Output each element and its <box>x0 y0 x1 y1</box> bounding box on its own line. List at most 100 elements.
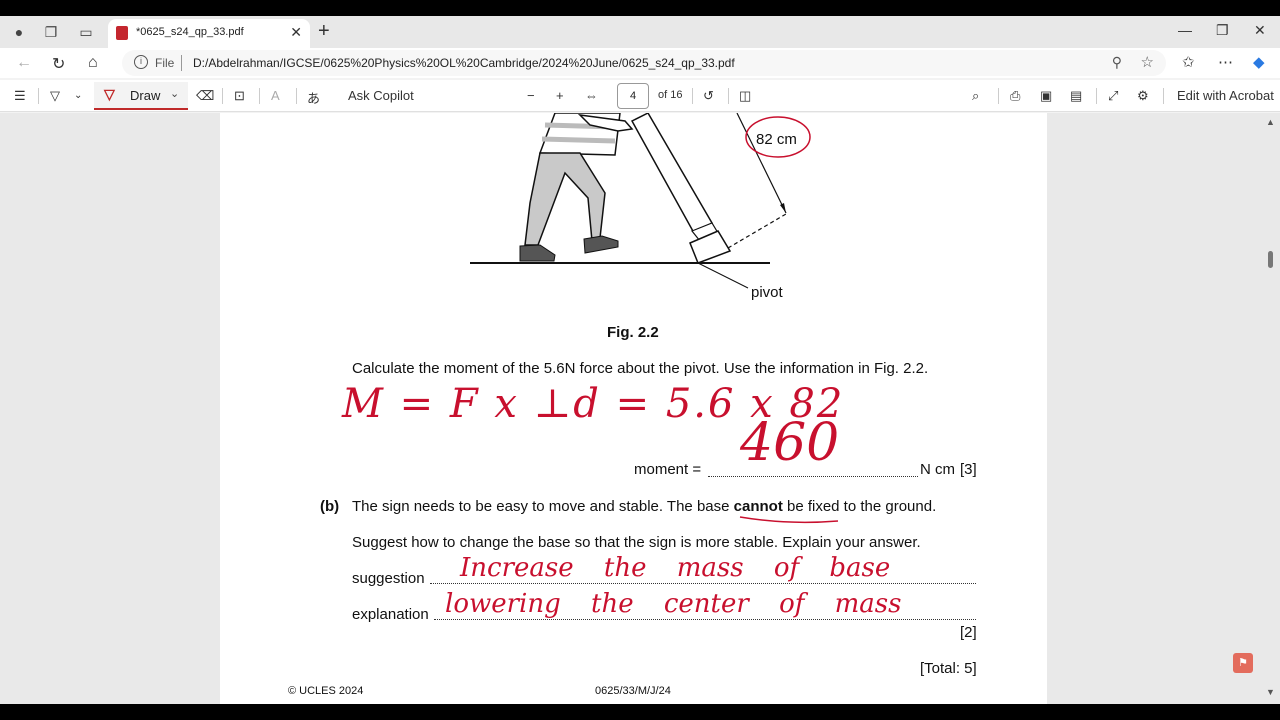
eraser-icon[interactable]: ⌫ <box>196 88 214 104</box>
zoom-icon[interactable]: ⚲ <box>1112 54 1122 71</box>
chevron-down-icon[interactable]: ⌄ <box>170 87 179 100</box>
figure-caption: Fig. 2.2 <box>607 324 659 341</box>
info-icon[interactable]: i <box>134 55 148 69</box>
more-menu-icon[interactable]: ⋯ <box>1218 53 1233 71</box>
home-icon[interactable]: ⌂ <box>88 54 98 72</box>
fit-width-icon[interactable]: ⇔ <box>585 88 598 103</box>
footer-copyright: © UCLES 2024 <box>288 685 364 697</box>
browser-window: ● ❐ ▭ *0625_s24_qp_33.pdf ✕ + — ❐ ✕ ← ↻ … <box>0 16 1280 704</box>
handwritten-explanation: lowering the center of mass <box>445 589 902 619</box>
scroll-down-arrow-icon[interactable]: ▼ <box>1266 687 1275 697</box>
refresh-icon[interactable]: ↻ <box>52 54 65 74</box>
distance-label: 82 cm <box>756 131 797 148</box>
profile-icon[interactable]: ● <box>10 24 28 40</box>
scroll-up-arrow-icon[interactable]: ▲ <box>1266 117 1275 127</box>
back-icon[interactable]: ← <box>16 54 32 72</box>
person-legs <box>524 152 606 246</box>
close-tab-icon[interactable]: ✕ <box>290 24 302 41</box>
separator <box>1163 88 1164 104</box>
marks-a: [3] <box>960 461 977 478</box>
page-total: of 16 <box>658 89 683 101</box>
vertical-scrollbar[interactable]: ▲ ▼ <box>1264 113 1278 704</box>
handwritten-suggestion: Increase the mass of base <box>460 553 891 583</box>
search-icon[interactable]: ⌕ <box>972 88 979 104</box>
draw-button[interactable]: ▽ Draw ⌄ <box>94 82 188 110</box>
underline-annotation <box>739 516 839 524</box>
tab-strip: ● ❐ ▭ *0625_s24_qp_33.pdf ✕ + — ❐ ✕ <box>0 16 1280 48</box>
settings-gear-icon[interactable]: ⚙ <box>1137 88 1149 104</box>
pdf-page: 82 cm pivot Fig. 2.2 Calculate the momen… <box>220 113 1047 704</box>
add-text-icon[interactable]: ⊡ <box>234 88 245 104</box>
explanation-label: explanation <box>352 606 429 623</box>
draw-label: Draw <box>130 88 161 103</box>
read-aloud-icon[interactable]: A <box>271 88 280 103</box>
pdf-icon <box>116 26 128 40</box>
dimension-line <box>736 113 787 214</box>
explanation-line <box>434 619 976 620</box>
separator <box>1096 88 1097 104</box>
save-as-icon[interactable]: ▤ <box>1070 88 1082 104</box>
separator <box>259 88 260 104</box>
minimize-button[interactable]: — <box>1178 22 1192 38</box>
moment-label: moment = <box>634 461 702 478</box>
suggestion-line <box>430 583 976 584</box>
separator <box>181 55 182 71</box>
address-bar: ← ↻ ⌂ i File D:/Abdelrahman/IGCSE/0625%2… <box>0 48 1280 78</box>
separator <box>38 88 39 104</box>
pen-icon: ▽ <box>104 86 115 102</box>
person-shoe-right <box>583 235 619 254</box>
separator <box>998 88 999 104</box>
moment-unit: N cm <box>920 461 955 478</box>
sign-pole <box>630 113 714 235</box>
handwritten-answer: 460 <box>740 413 840 473</box>
workspaces-icon[interactable]: ❐ <box>42 24 60 40</box>
suggestion-label: suggestion <box>352 570 425 587</box>
footer-code: 0625/33/M/J/24 <box>595 685 671 697</box>
page-view-icon[interactable]: ◫ <box>739 88 751 104</box>
file-label: File <box>155 56 175 70</box>
separator <box>222 88 223 104</box>
separator <box>296 88 297 104</box>
restore-button[interactable]: ❐ <box>1216 22 1229 39</box>
pivot-pointer <box>697 262 749 289</box>
acrobat-icon[interactable]: ⚑ <box>1233 653 1253 673</box>
tab-title: *0625_s24_qp_33.pdf <box>136 26 244 38</box>
save-icon[interactable]: ▣ <box>1040 88 1052 104</box>
url-text[interactable]: D:/Abdelrahman/IGCSE/0625%20Physics%20OL… <box>193 56 735 70</box>
page-number-input[interactable]: 4 <box>617 83 649 109</box>
new-tab-button[interactable]: + <box>318 20 330 43</box>
url-field[interactable]: i File D:/Abdelrahman/IGCSE/0625%20Physi… <box>122 50 1166 76</box>
separator <box>692 88 693 104</box>
answer-line <box>708 476 918 477</box>
ask-copilot-button[interactable]: Ask Copilot <box>348 88 414 103</box>
close-window-button[interactable]: ✕ <box>1254 22 1266 39</box>
zoom-out-button[interactable]: − <box>527 88 535 103</box>
favorites-icon[interactable]: ✩ <box>1182 53 1195 71</box>
copilot-icon[interactable]: ◆ <box>1253 53 1265 71</box>
marks-b: [2] <box>960 624 977 641</box>
edit-with-acrobat-button[interactable]: Edit with Acrobat <box>1177 88 1274 103</box>
contents-icon[interactable]: ☰ <box>14 88 26 104</box>
question-a-text: Calculate the moment of the 5.6N force a… <box>352 360 929 377</box>
person-shoe-left <box>519 244 556 262</box>
favorite-star-icon[interactable]: ☆ <box>1141 53 1154 71</box>
pdf-toolbar: ☰ ▽ ⌄ ▽ Draw ⌄ ⌫ ⊡ A あ Ask Copilot − + ⇔… <box>0 80 1280 112</box>
tab-pdf[interactable]: *0625_s24_qp_33.pdf ✕ <box>108 19 310 48</box>
tab-actions-icon[interactable]: ▭ <box>77 24 95 40</box>
part-b-label: (b) <box>320 498 340 515</box>
pdf-viewer: 82 cm pivot Fig. 2.2 Calculate the momen… <box>0 113 1280 704</box>
zoom-in-button[interactable]: + <box>556 88 564 103</box>
highlight-icon[interactable]: ▽ <box>50 88 60 104</box>
fullscreen-icon[interactable]: ⤢ <box>1108 88 1118 104</box>
question-b-text: The sign needs to be easy to move and st… <box>352 498 937 515</box>
scroll-thumb[interactable] <box>1268 251 1273 268</box>
question-b2-text: Suggest how to change the base so that t… <box>352 534 921 551</box>
chevron-down-icon[interactable]: ⌄ <box>74 90 82 101</box>
print-icon[interactable]: ⎙ <box>1010 88 1020 104</box>
translate-icon[interactable]: あ <box>307 88 320 107</box>
figure-2-2: 82 cm pivot <box>470 113 811 301</box>
rotate-icon[interactable]: ↺ <box>703 88 714 104</box>
total-marks: [Total: 5] <box>920 660 977 677</box>
pivot-label: pivot <box>751 284 784 301</box>
separator <box>728 88 729 104</box>
